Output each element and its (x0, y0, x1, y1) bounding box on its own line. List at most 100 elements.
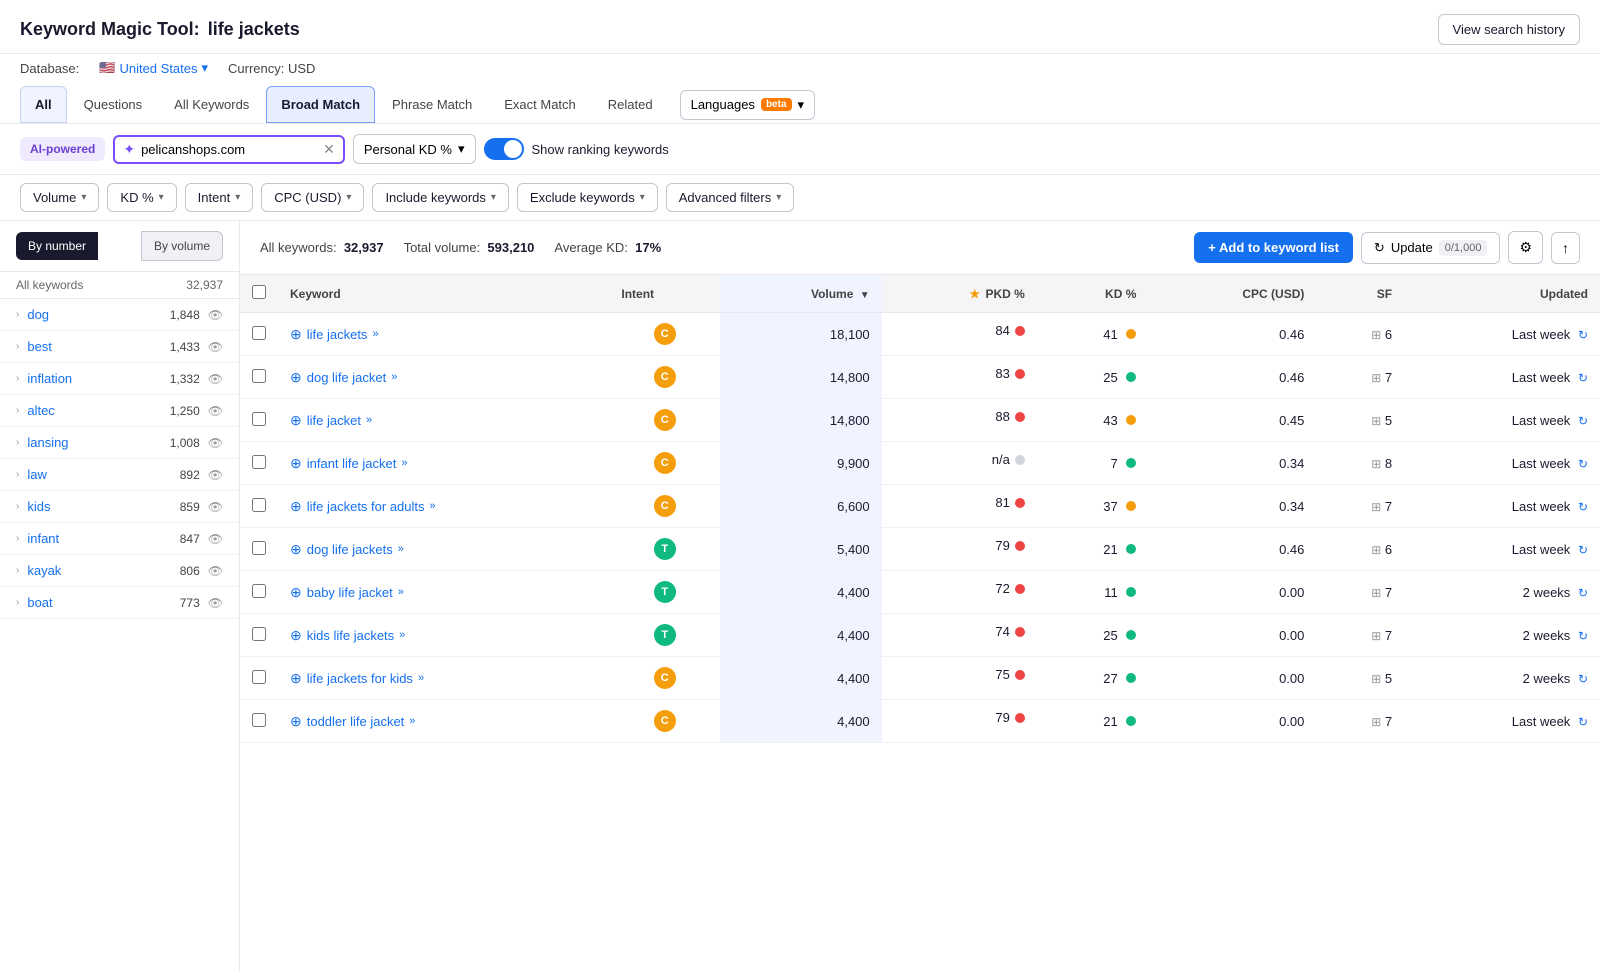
sf-icon-6[interactable]: ⊞ (1371, 586, 1381, 600)
sidebar-item-dog[interactable]: › dog 1,848 👁 (0, 299, 239, 331)
sf-icon-2[interactable]: ⊞ (1371, 414, 1381, 428)
eye-icon-lansing[interactable]: 👁 (208, 436, 223, 450)
row-checkbox-3[interactable] (252, 455, 266, 469)
country-link[interactable]: 🇺🇸 United States ▾ (99, 60, 208, 76)
keyword-link-2[interactable]: ⊕ life jacket » (290, 412, 597, 429)
sidebar-item-infant[interactable]: › infant 847 👁 (0, 523, 239, 555)
intent-filter-btn[interactable]: Intent ▾ (185, 183, 254, 212)
refresh-icon-2[interactable]: ↻ (1578, 414, 1588, 428)
sf-icon-4[interactable]: ⊞ (1371, 500, 1381, 514)
sf-icon-9[interactable]: ⊞ (1371, 715, 1381, 729)
by-number-button[interactable]: By number (16, 232, 98, 260)
sidebar-item-inflation[interactable]: › inflation 1,332 👁 (0, 363, 239, 395)
row-checkbox-7[interactable] (252, 627, 266, 641)
sf-icon-5[interactable]: ⊞ (1371, 543, 1381, 557)
row-checkbox-0[interactable] (252, 326, 266, 340)
sidebar-item-altec[interactable]: › altec 1,250 👁 (0, 395, 239, 427)
sf-icon-1[interactable]: ⊞ (1371, 371, 1381, 385)
row-checkbox-2[interactable] (252, 412, 266, 426)
refresh-icon-9[interactable]: ↻ (1578, 715, 1588, 729)
languages-button[interactable]: Languages beta ▾ (680, 90, 815, 120)
row-checkbox-9[interactable] (252, 713, 266, 727)
eye-icon-dog[interactable]: 👁 (208, 308, 223, 322)
export-icon-button[interactable]: ↑ (1551, 232, 1580, 264)
kd-filter-btn[interactable]: KD % ▾ (107, 183, 176, 212)
sidebar-item-law[interactable]: › law 892 👁 (0, 459, 239, 491)
keyword-link-4[interactable]: ⊕ life jackets for adults » (290, 498, 597, 515)
cpc-filter-btn[interactable]: CPC (USD) ▾ (261, 183, 364, 212)
sidebar-item-kids[interactable]: › kids 859 👁 (0, 491, 239, 523)
keyword-link-7[interactable]: ⊕ kids life jackets » (290, 627, 597, 644)
refresh-icon-5[interactable]: ↻ (1578, 543, 1588, 557)
keyword-link-1[interactable]: ⊕ dog life jacket » (290, 369, 597, 386)
include-keywords-btn[interactable]: Include keywords ▾ (372, 183, 508, 212)
keyword-link-9[interactable]: ⊕ toddler life jacket » (290, 713, 597, 730)
keyword-link-3[interactable]: ⊕ infant life jacket » (290, 455, 597, 472)
pkd-button[interactable]: Personal KD % ▾ (353, 134, 476, 164)
domain-input-wrap[interactable]: ✦ ✕ (113, 135, 344, 164)
table-header-row: Keyword Intent Volume ▼ ★ PKD % KD % CPC… (240, 275, 1600, 313)
refresh-icon-7[interactable]: ↻ (1578, 629, 1588, 643)
tab-all[interactable]: All (20, 86, 67, 123)
exclude-keywords-btn[interactable]: Exclude keywords ▾ (517, 183, 658, 212)
tab-related[interactable]: Related (593, 86, 668, 123)
eye-icon-inflation[interactable]: 👁 (208, 372, 223, 386)
keyword-link-5[interactable]: ⊕ dog life jackets » (290, 541, 597, 558)
tab-all-keywords[interactable]: All Keywords (159, 86, 264, 123)
row-volume-cell-4: 6,600 (720, 485, 882, 528)
advanced-filters-btn[interactable]: Advanced filters ▾ (666, 183, 795, 212)
row-checkbox-5[interactable] (252, 541, 266, 555)
settings-icon-button[interactable]: ⚙ (1508, 231, 1543, 264)
kd-value-5: 21 (1103, 542, 1117, 557)
row-cpc-cell-0: 0.46 (1148, 313, 1316, 356)
row-keyword-cell-1: ⊕ dog life jacket » (278, 356, 609, 399)
avg-kd-value: 17% (635, 240, 661, 255)
eye-icon-boat[interactable]: 👁 (208, 596, 223, 610)
eye-icon-altec[interactable]: 👁 (208, 404, 223, 418)
eye-icon-kids[interactable]: 👁 (208, 500, 223, 514)
row-volume-cell-8: 4,400 (720, 657, 882, 700)
tab-phrase-match[interactable]: Phrase Match (377, 86, 487, 123)
clear-domain-icon[interactable]: ✕ (323, 141, 335, 158)
sf-icon-0[interactable]: ⊞ (1371, 328, 1381, 342)
eye-icon-infant[interactable]: 👁 (208, 532, 223, 546)
view-history-button[interactable]: View search history (1438, 14, 1580, 45)
tab-broad-match[interactable]: Broad Match (266, 86, 375, 123)
keyword-link-0[interactable]: ⊕ life jackets » (290, 326, 597, 343)
sidebar-item-lansing[interactable]: › lansing 1,008 👁 (0, 427, 239, 459)
sf-icon-7[interactable]: ⊞ (1371, 629, 1381, 643)
refresh-icon-4[interactable]: ↻ (1578, 500, 1588, 514)
tab-exact-match[interactable]: Exact Match (489, 86, 591, 123)
sidebar-item-dog-right: 1,848 👁 (170, 308, 223, 322)
refresh-icon-3[interactable]: ↻ (1578, 457, 1588, 471)
volume-filter-btn[interactable]: Volume ▾ (20, 183, 99, 212)
refresh-icon-6[interactable]: ↻ (1578, 586, 1588, 600)
sidebar-item-best[interactable]: › best 1,433 👁 (0, 331, 239, 363)
table-row: ⊕ life jackets for kids » C 4,400 75 27 … (240, 657, 1600, 700)
eye-icon-law[interactable]: 👁 (208, 468, 223, 482)
row-checkbox-6[interactable] (252, 584, 266, 598)
domain-input[interactable] (141, 142, 317, 157)
refresh-icon-1[interactable]: ↻ (1578, 371, 1588, 385)
keyword-link-8[interactable]: ⊕ life jackets for kids » (290, 670, 597, 687)
sidebar-item-kayak[interactable]: › kayak 806 👁 (0, 555, 239, 587)
show-ranking-toggle[interactable] (484, 138, 524, 160)
add-to-keyword-list-button[interactable]: + Add to keyword list (1194, 232, 1353, 263)
eye-icon-kayak[interactable]: 👁 (208, 564, 223, 578)
eye-icon-best[interactable]: 👁 (208, 340, 223, 354)
sf-icon-3[interactable]: ⊞ (1371, 457, 1381, 471)
row-intent-cell-7: T (609, 614, 720, 657)
row-checkbox-8[interactable] (252, 670, 266, 684)
by-volume-button[interactable]: By volume (141, 231, 223, 261)
keyword-link-6[interactable]: ⊕ baby life jacket » (290, 584, 597, 601)
update-button[interactable]: ↻ Update 0/1,000 (1361, 232, 1501, 264)
total-volume-stat: Total volume: 593,210 (404, 240, 535, 255)
row-checkbox-1[interactable] (252, 369, 266, 383)
refresh-icon-0[interactable]: ↻ (1578, 328, 1588, 342)
tab-questions[interactable]: Questions (69, 86, 158, 123)
select-all-checkbox[interactable] (252, 285, 266, 299)
row-checkbox-4[interactable] (252, 498, 266, 512)
sf-icon-8[interactable]: ⊞ (1371, 672, 1381, 686)
sidebar-item-boat[interactable]: › boat 773 👁 (0, 587, 239, 619)
refresh-icon-8[interactable]: ↻ (1578, 672, 1588, 686)
